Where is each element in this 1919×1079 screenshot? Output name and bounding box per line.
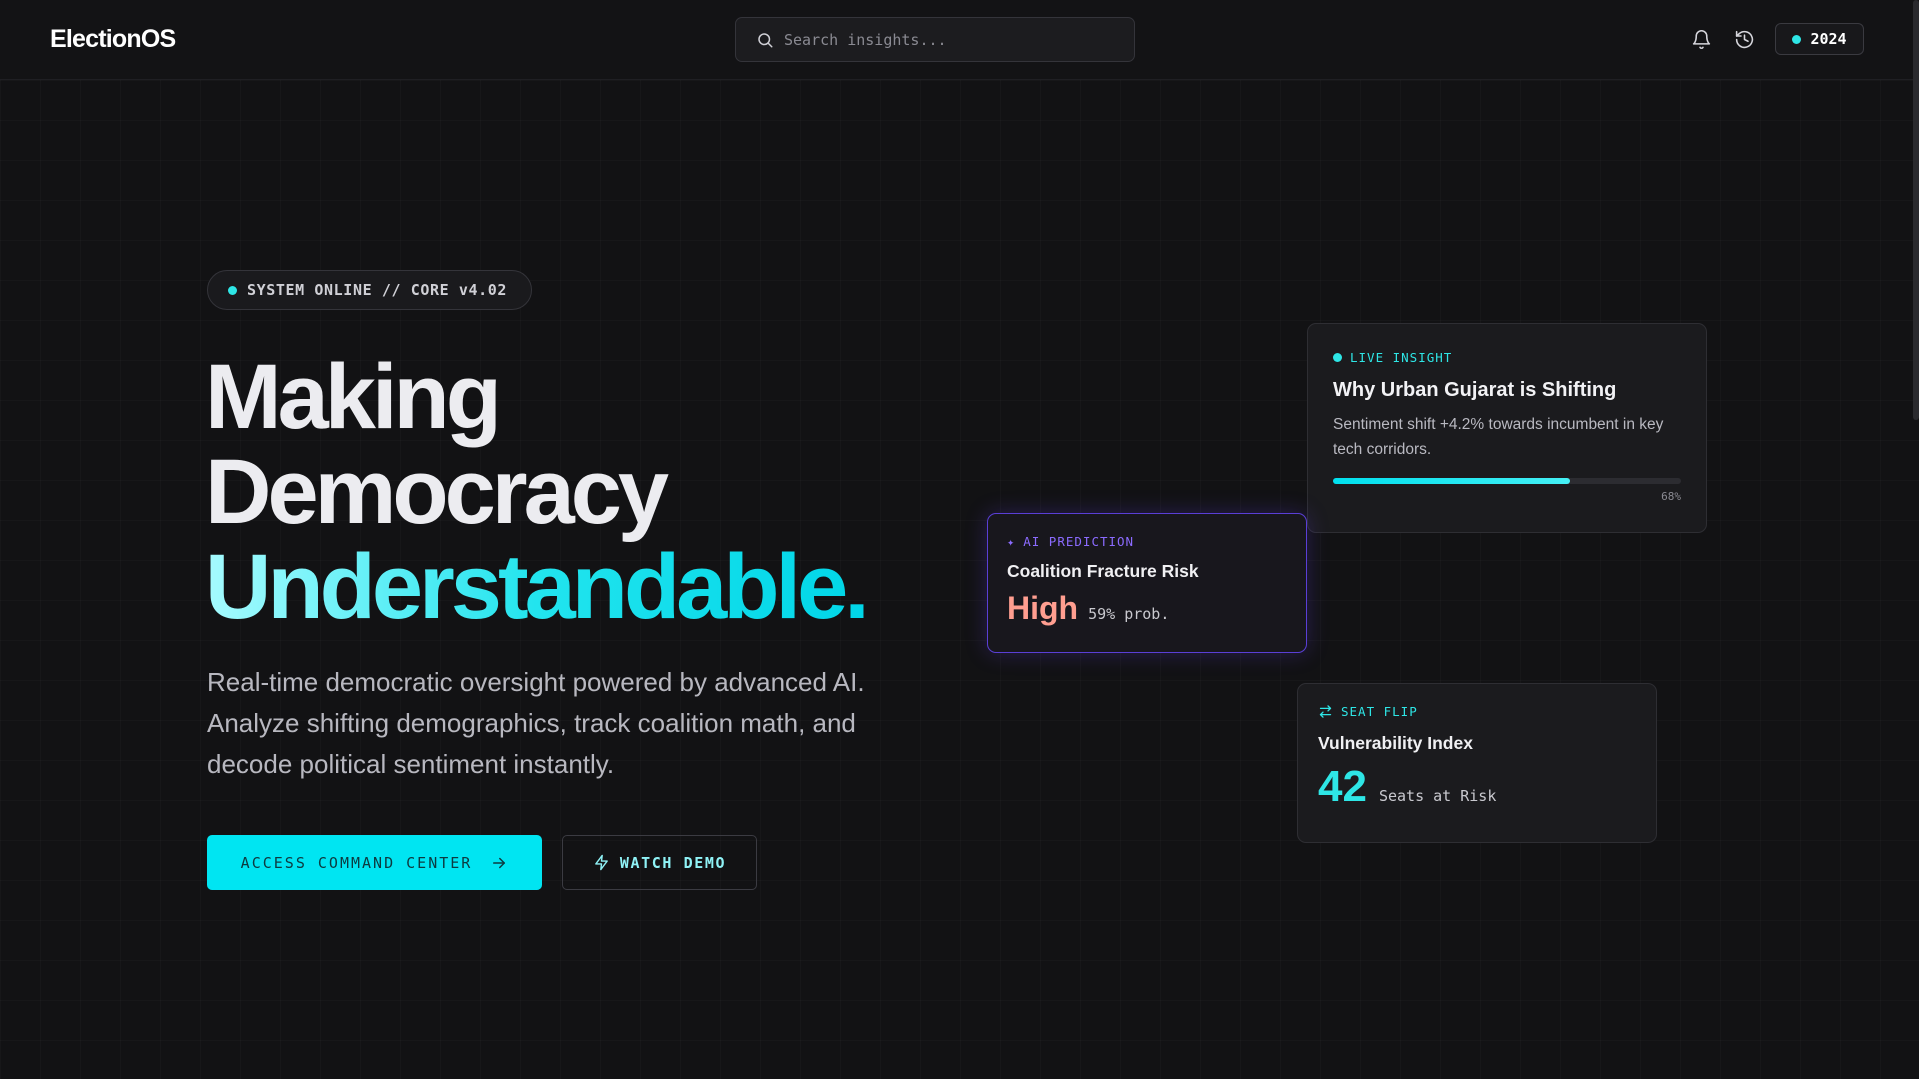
notifications-button[interactable] bbox=[1689, 27, 1713, 51]
history-button[interactable] bbox=[1732, 27, 1756, 51]
sentiment-progress-fill bbox=[1333, 478, 1570, 484]
watch-demo-label: WATCH DEMO bbox=[619, 853, 727, 872]
online-dot-icon bbox=[228, 285, 237, 295]
history-icon bbox=[1735, 30, 1753, 48]
ai-prediction-tag: ✦ AI PREDICTION bbox=[1007, 534, 1287, 549]
search-input[interactable] bbox=[784, 30, 1124, 49]
status-dot-icon bbox=[1792, 34, 1802, 44]
live-insight-title: Why Urban Gujarat is Shifting bbox=[1333, 379, 1617, 401]
hero-subtitle: Real-time democratic oversight powered b… bbox=[207, 667, 865, 779]
risk-probability: 59% prob. bbox=[1088, 605, 1170, 623]
search-box[interactable] bbox=[735, 17, 1135, 62]
live-insight-card[interactable]: LIVE INSIGHT Why Urban Gujarat is Shifti… bbox=[1307, 323, 1707, 533]
search-icon bbox=[758, 32, 773, 47]
seat-flip-value-row: 42 Seats at Risk bbox=[1318, 762, 1636, 812]
logo[interactable]: ElectionOS bbox=[50, 25, 176, 54]
top-navigation: ElectionOS 2024 bbox=[0, 0, 1919, 80]
risk-level: High bbox=[1007, 590, 1079, 626]
seat-flip-tag-text: SEAT FLIP bbox=[1341, 704, 1418, 719]
seats-at-risk-count: 42 bbox=[1318, 762, 1367, 811]
live-dot-icon bbox=[1333, 353, 1342, 362]
progress-percentage: 68% bbox=[1661, 490, 1681, 503]
headline-line-1: Making bbox=[205, 346, 502, 448]
lightning-icon bbox=[594, 854, 608, 871]
year-selector[interactable]: 2024 bbox=[1775, 23, 1864, 55]
live-insight-tag-text: LIVE INSIGHT bbox=[1350, 350, 1453, 365]
hero-headline: Making Democracy Understandable. bbox=[205, 346, 870, 638]
system-status-text: SYSTEM ONLINE // CORE v4.02 bbox=[247, 281, 508, 299]
cta-label: ACCESS COMMAND CENTER bbox=[240, 853, 473, 872]
arrow-right-icon bbox=[493, 857, 506, 868]
year-label: 2024 bbox=[1810, 30, 1847, 48]
bell-icon bbox=[1692, 29, 1710, 49]
ai-prediction-card[interactable]: ✦ AI PREDICTION Coalition Fracture Risk … bbox=[987, 513, 1307, 653]
seats-at-risk-label: Seats at Risk bbox=[1378, 787, 1497, 805]
seat-flip-card[interactable]: SEAT FLIP Vulnerability Index 42 Seats a… bbox=[1297, 683, 1657, 843]
headline-line-2: Democracy bbox=[205, 441, 669, 543]
scrollbar[interactable] bbox=[1913, 0, 1919, 420]
ai-prediction-value-row: High 59% prob. bbox=[1007, 590, 1287, 627]
sentiment-progress-bar bbox=[1333, 478, 1681, 484]
seat-flip-title: Vulnerability Index bbox=[1318, 733, 1473, 753]
seat-flip-tag: SEAT FLIP bbox=[1318, 704, 1636, 719]
watch-demo-button[interactable]: WATCH DEMO bbox=[562, 835, 757, 890]
system-status-badge: SYSTEM ONLINE // CORE v4.02 bbox=[207, 270, 532, 310]
sparkle-icon: ✦ bbox=[1007, 534, 1016, 549]
ai-prediction-title: Coalition Fracture Risk bbox=[1007, 561, 1199, 581]
live-insight-body: Sentiment shift +4.2% towards incumbent … bbox=[1333, 416, 1664, 458]
swap-arrows-icon bbox=[1319, 705, 1332, 718]
headline-line-3: Understandable. bbox=[205, 536, 870, 638]
ai-prediction-tag-text: AI PREDICTION bbox=[1023, 534, 1135, 549]
live-insight-tag: LIVE INSIGHT bbox=[1333, 350, 1681, 365]
access-command-center-button[interactable]: ACCESS COMMAND CENTER bbox=[207, 835, 542, 890]
